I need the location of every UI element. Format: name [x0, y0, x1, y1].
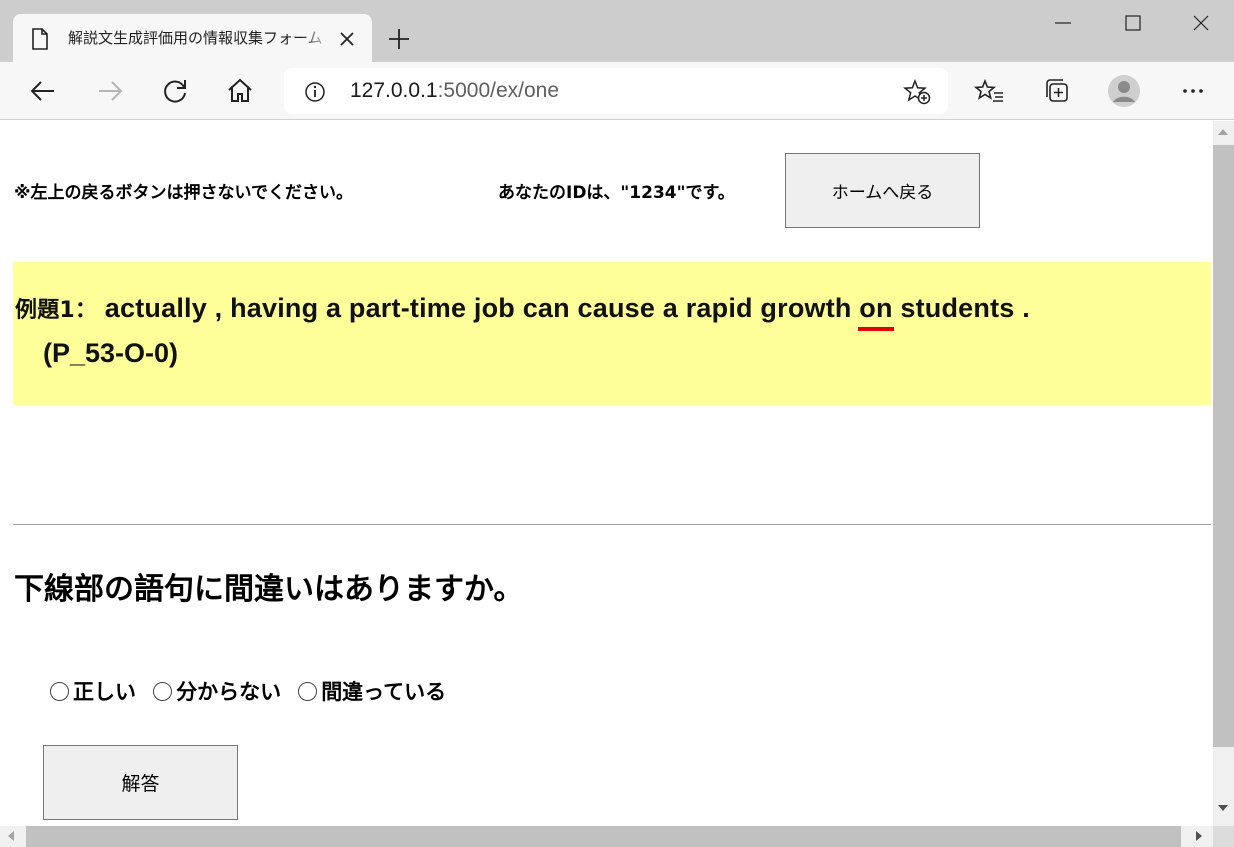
collections-icon[interactable]: [1040, 74, 1074, 108]
problem-box: 例題1： actually , having a part-time job c…: [13, 262, 1211, 405]
page-content: ※左上の戻るボタンは押さないでください。 あなたのIDは、"1234"です。 ホ…: [0, 121, 1213, 826]
scroll-up-arrow-icon[interactable]: [1218, 129, 1228, 135]
answer-options: 正しい 分からない 間違っている: [50, 676, 458, 704]
maximize-icon[interactable]: [1116, 8, 1150, 38]
refresh-icon[interactable]: [158, 74, 192, 108]
question-text: 下線部の語句に間違いはありますか。: [14, 572, 524, 607]
add-favorite-icon[interactable]: [903, 79, 931, 105]
sentence-before: actually , having a part-time job can ca…: [97, 293, 860, 323]
option-unsure[interactable]: 分からない: [153, 676, 281, 706]
minimize-icon[interactable]: [1046, 8, 1080, 38]
close-tab-icon[interactable]: [336, 28, 358, 50]
horizontal-scrollbar[interactable]: [0, 826, 1213, 847]
address-bar[interactable]: 127.0.0.1:5000/ex/one: [284, 68, 948, 114]
url-path: :5000/ex/one: [437, 79, 560, 102]
window-close-icon[interactable]: [1184, 8, 1218, 38]
scroll-left-arrow-icon[interactable]: [8, 831, 14, 841]
scrollbar-corner: [1213, 826, 1234, 847]
problem-label: 例題1：: [15, 298, 98, 323]
favorites-icon[interactable]: [973, 74, 1007, 108]
option-incorrect[interactable]: 間違っている: [298, 676, 446, 706]
info-icon[interactable]: [304, 81, 326, 103]
divider: [13, 524, 1211, 525]
url-text[interactable]: 127.0.0.1:5000/ex/one: [350, 78, 559, 104]
forward-arrow-icon[interactable]: [93, 74, 127, 108]
option-incorrect-label: 間違っている: [321, 680, 447, 704]
back-button-notice: ※左上の戻るボタンは押さないでください。: [14, 183, 354, 203]
browser-tab[interactable]: 解説文生成評価用の情報収集フォーム: [13, 14, 372, 62]
url-host: 127.0.0.1: [350, 79, 438, 102]
new-tab-icon[interactable]: [386, 26, 412, 52]
browser-toolbar: 127.0.0.1:5000/ex/one: [0, 62, 1234, 120]
page-icon: [32, 28, 48, 50]
scroll-down-arrow-icon[interactable]: [1218, 805, 1228, 811]
more-options-icon[interactable]: [1176, 74, 1210, 108]
back-arrow-icon[interactable]: [26, 74, 60, 108]
tab-strip: 解説文生成評価用の情報収集フォーム: [0, 0, 1234, 62]
browser-window: 解説文生成評価用の情報収集フォーム 127.0.0.1:5000/ex/one …: [0, 0, 1234, 847]
vertical-scroll-thumb[interactable]: [1213, 145, 1234, 747]
option-unsure-label: 分からない: [176, 680, 282, 704]
option-correct[interactable]: 正しい: [50, 676, 136, 706]
tab-title: 解説文生成評価用の情報収集フォーム: [68, 29, 323, 47]
radio-correct[interactable]: [50, 681, 69, 701]
horizontal-scroll-thumb[interactable]: [26, 826, 1181, 847]
problem-sentence: 例題1： actually , having a part-time job c…: [15, 292, 1030, 331]
vertical-scrollbar[interactable]: [1213, 121, 1234, 826]
problem-code: (P_53-O-0): [43, 338, 179, 368]
home-icon[interactable]: [223, 74, 257, 108]
radio-unsure[interactable]: [153, 681, 173, 701]
user-id-text: あなたのIDは、"1234"です。: [498, 183, 735, 203]
scroll-right-arrow-icon[interactable]: [1196, 831, 1202, 841]
home-button[interactable]: ホームへ戻る: [785, 153, 980, 228]
radio-incorrect[interactable]: [298, 681, 318, 701]
profile-avatar-icon[interactable]: [1107, 74, 1141, 108]
sentence-after: students .: [892, 293, 1030, 323]
underlined-phrase: on: [858, 293, 895, 331]
answer-button[interactable]: 解答: [43, 745, 238, 820]
option-correct-label: 正しい: [73, 680, 136, 704]
